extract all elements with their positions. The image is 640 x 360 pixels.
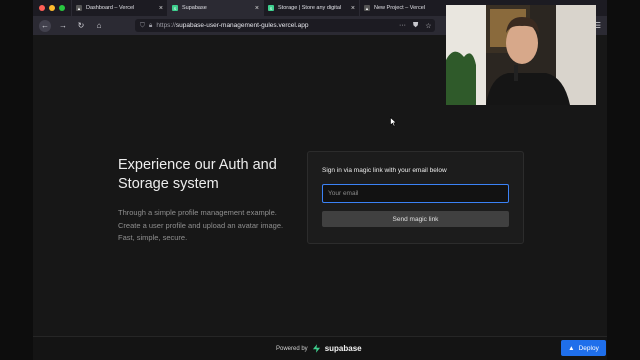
close-tab-icon[interactable]: × (351, 5, 355, 12)
tab-title: Dashboard – Vercel (86, 5, 135, 11)
more-actions-icon[interactable]: ··· (399, 22, 406, 30)
mouse-cursor-icon (390, 117, 397, 127)
url-host: supabase-user-management-gules.vercel.ap… (175, 22, 309, 29)
triangle-icon: ▲ (76, 5, 82, 11)
signin-card: Sign in via magic link with your email b… (307, 151, 524, 244)
presenter-video-image (446, 5, 596, 105)
deploy-button[interactable]: ▲ Deploy (561, 340, 606, 356)
back-arrow-icon[interactable]: ← (39, 19, 51, 32)
tab-title: Storage | Store any digital (278, 5, 342, 11)
send-magic-link-button[interactable]: Send magic link (322, 211, 509, 227)
close-window-button[interactable] (39, 5, 45, 11)
email-input[interactable] (322, 184, 509, 203)
address-bar-actions: ··· ⛊ ☆ (399, 22, 432, 30)
tab-storage[interactable]: S Storage | Store any digital × (263, 0, 359, 16)
close-tab-icon[interactable]: × (255, 5, 259, 12)
home-icon[interactable]: ⌂ (93, 20, 105, 32)
tab-supabase[interactable]: S Supabase × (167, 0, 263, 16)
minimize-window-button[interactable] (49, 5, 55, 11)
powered-by-text: Powered by (276, 345, 308, 352)
tab-dashboard-vercel[interactable]: ▲ Dashboard – Vercel × (71, 0, 167, 16)
hero-title: Experience our Auth and Storage system (118, 157, 277, 192)
shield-icon[interactable]: ⛉ (140, 22, 145, 30)
window-controls (33, 0, 71, 16)
supabase-brand: supabase (324, 344, 362, 353)
supabase-icon: S (172, 5, 178, 11)
hero-description: Through a simple profile management exam… (118, 208, 284, 242)
lock-icon[interactable]: 🔒︎ (149, 22, 152, 30)
hero-section: Experience our Auth and Storage system T… (118, 156, 298, 245)
maximize-window-button[interactable] (59, 5, 65, 11)
forward-arrow-icon[interactable]: → (57, 20, 69, 32)
tab-new-project-vercel[interactable]: ▲ New Project – Vercel (359, 0, 455, 16)
deploy-label: Deploy (578, 344, 599, 352)
url-scheme: https:// (156, 22, 176, 29)
supabase-icon: S (268, 5, 274, 11)
close-tab-icon[interactable]: × (159, 5, 163, 12)
webcam-overlay (446, 5, 596, 105)
triangle-icon: ▲ (568, 344, 575, 352)
bookmark-star-icon[interactable]: ☆ (425, 22, 431, 30)
pocket-icon[interactable]: ⛊ (413, 22, 418, 30)
reload-icon[interactable]: ↻ (75, 20, 87, 32)
supabase-logo-icon (312, 344, 320, 353)
signin-label: Sign in via magic link with your email b… (322, 167, 447, 174)
tab-title: New Project – Vercel (374, 5, 426, 11)
tab-title: Supabase (182, 5, 207, 11)
triangle-icon: ▲ (364, 5, 370, 11)
powered-by[interactable]: Powered by supabase (276, 344, 362, 353)
footer: Powered by supabase ▲ Deploy (33, 336, 607, 360)
address-bar[interactable]: ⛉ 🔒︎ https://supabase-user-management-gu… (135, 19, 435, 32)
